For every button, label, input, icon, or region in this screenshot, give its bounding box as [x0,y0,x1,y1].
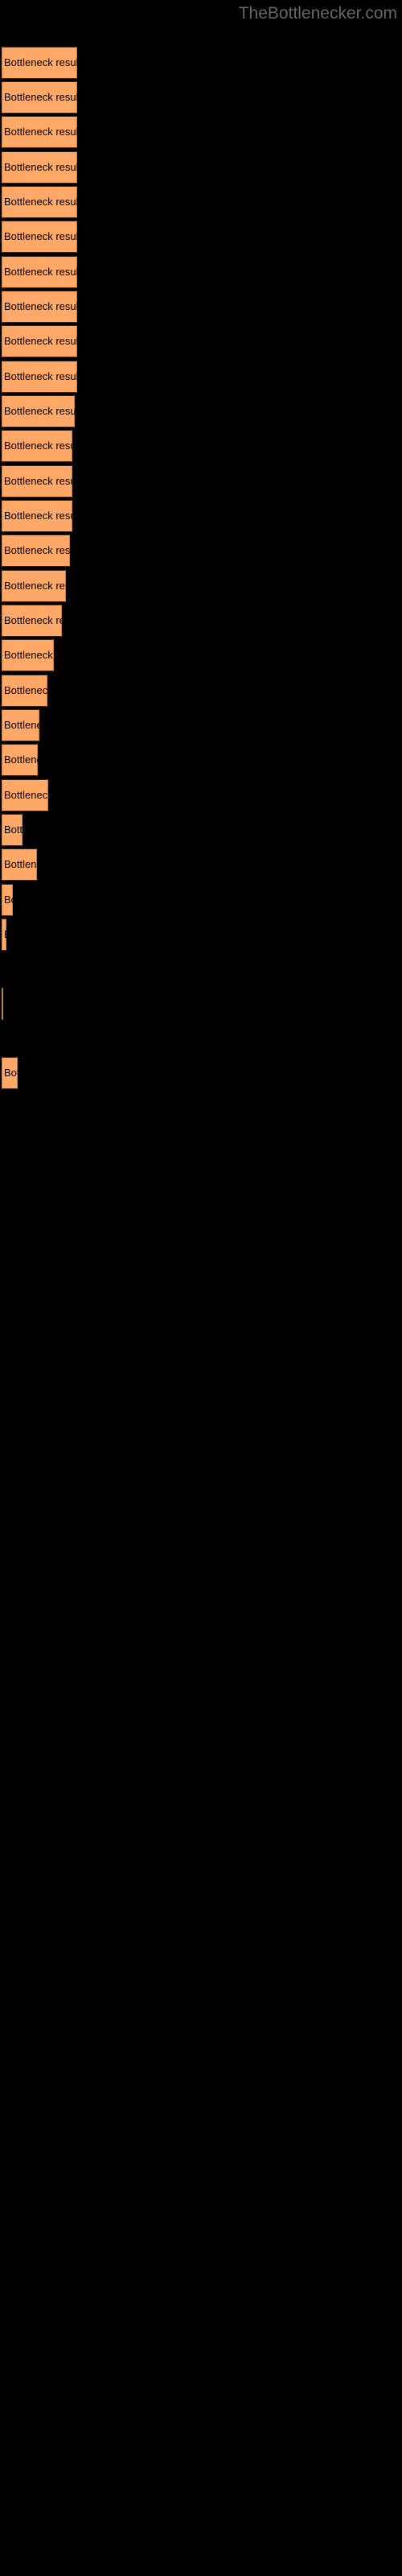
bar-label-clip: Bottleneck result [2,430,72,462]
bar-label: Bottleneck result [4,440,72,452]
bar-row[interactable]: Bottleneck result [2,919,6,951]
bar-label-clip: Bottleneck result [2,779,48,811]
bar-label: Bottleneck result [4,789,48,801]
bar-label-clip: Bottleneck result [2,675,47,707]
bar-label: Bottleneck result [4,824,23,836]
bar-label-clip: Bottleneck result [2,186,77,218]
bar-label-clip: Bottleneck result [2,361,77,393]
bar-label: Bottleneck result [4,544,70,556]
bar-label-clip: Bottleneck result [2,639,54,671]
bar-label-clip: Bottleneck result [2,1057,18,1089]
bar-label-clip: Bottleneck result [2,395,75,427]
bar-label-clip: Bottleneck result [2,221,77,253]
bar-row[interactable]: Bottleneck result [2,709,39,741]
bar-row[interactable]: Bottleneck result [2,81,77,114]
bar-label: Bottleneck result [4,161,77,173]
bar-row[interactable]: Bottleneck result [2,639,54,671]
bar-label: Bottleneck result [4,1067,18,1079]
bar-row[interactable]: Bottleneck result [2,116,77,148]
bar-label: Bottleneck result [4,56,77,68]
bar-row[interactable]: Bottleneck result [2,675,47,707]
bar-row[interactable]: Bottleneck result [2,814,23,846]
bar-label: Bottleneck result [4,335,77,347]
bar-row[interactable]: Bottleneck result [2,744,38,776]
bar-label: Bottleneck result [4,580,66,592]
bar-label: Bottleneck result [4,230,77,242]
bar-row[interactable]: Bottleneck result [2,500,72,532]
bar-row[interactable]: Bottleneck result [2,291,77,323]
bar-row[interactable]: Bottleneck result [2,1057,18,1089]
bar-label: Bottleneck result [4,196,77,208]
bar-label: Bottleneck result [4,684,47,696]
bar-row[interactable]: Bottleneck result [2,221,77,253]
bar-label-clip: Bottleneck result [2,47,77,79]
bar-label-clip: Bottleneck result [2,535,70,567]
bar-label-clip: Bottleneck result [2,151,77,184]
bar-row[interactable]: Bottleneck result [2,256,77,288]
bar-label-clip: Bottleneck result [2,884,13,916]
bar-label: Bottleneck result [4,858,37,870]
bar-chart: Bottleneck result Bottleneck result Bottle… [0,0,402,2576]
bar-row[interactable]: Bottleneck result [2,151,77,184]
bar-row[interactable]: Bottleneck result [2,848,37,881]
bar-label: Bottleneck result [4,753,38,766]
bar-row[interactable]: Bottleneck result [2,884,13,916]
bar-row[interactable]: Bottleneck result [2,570,66,602]
bar-label-clip: Bottleneck result [2,814,23,846]
bar-row[interactable]: Bottleneck result [2,535,70,567]
bar-label-clip: Bottleneck result [2,919,6,951]
bar-label: Bottleneck result [4,91,77,103]
bar-label: Bottleneck result [4,475,72,487]
bar-label-clip: Bottleneck result [2,256,77,288]
bar-label: Bottleneck result [4,405,75,417]
bar-label: Bottleneck result [4,126,77,138]
bar-label: Bottleneck result [4,919,6,951]
bar-label-clip: Bottleneck result [2,605,62,637]
bar-label: Bottleneck result [4,649,54,661]
bar-row[interactable]: Bottleneck result [2,465,72,497]
bar-label: Bottleneck result [4,510,72,522]
bar-label-clip: Bottleneck result [2,500,72,532]
bar-row[interactable]: Bottleneck result [2,395,75,427]
bar-label-clip: Bottleneck result [2,325,77,357]
bottleneck-chart-page: TheBottlenecker.com Bottleneck result Bot… [0,0,402,2576]
bar-label: Bottleneck result [4,370,77,382]
bar-label-clip: Bottleneck result [2,81,77,114]
bar-label-clip: Bottleneck result [2,570,66,602]
bar-label: Bottleneck result [4,266,77,278]
bar-label: Bottleneck result [4,719,39,731]
bar-row[interactable]: Bottleneck result [2,430,72,462]
bar-label: Bottleneck result [4,300,77,312]
bar-label-clip: Bottleneck result [2,744,38,776]
bar-label-clip: Bottleneck result [2,848,37,881]
bar-row[interactable]: Bottleneck result [2,605,62,637]
bar-label-clip: Bottleneck result [2,116,77,148]
bar-label-clip: Bottleneck result [2,709,39,741]
bar-label: Bottleneck result [4,614,62,626]
bar-label-clip: Bottleneck result [2,291,77,323]
bar-row[interactable]: Bottleneck result [2,779,48,811]
bar-row[interactable]: Bottleneck result [2,47,77,79]
bar-label-clip: Bottleneck result [2,465,72,497]
bar-row[interactable]: Bottleneck result [2,361,77,393]
bar-row[interactable]: Bottleneck result [2,325,77,357]
bar-label: Bottleneck result [4,894,13,906]
bar-row[interactable]: Bottleneck result [2,186,77,218]
